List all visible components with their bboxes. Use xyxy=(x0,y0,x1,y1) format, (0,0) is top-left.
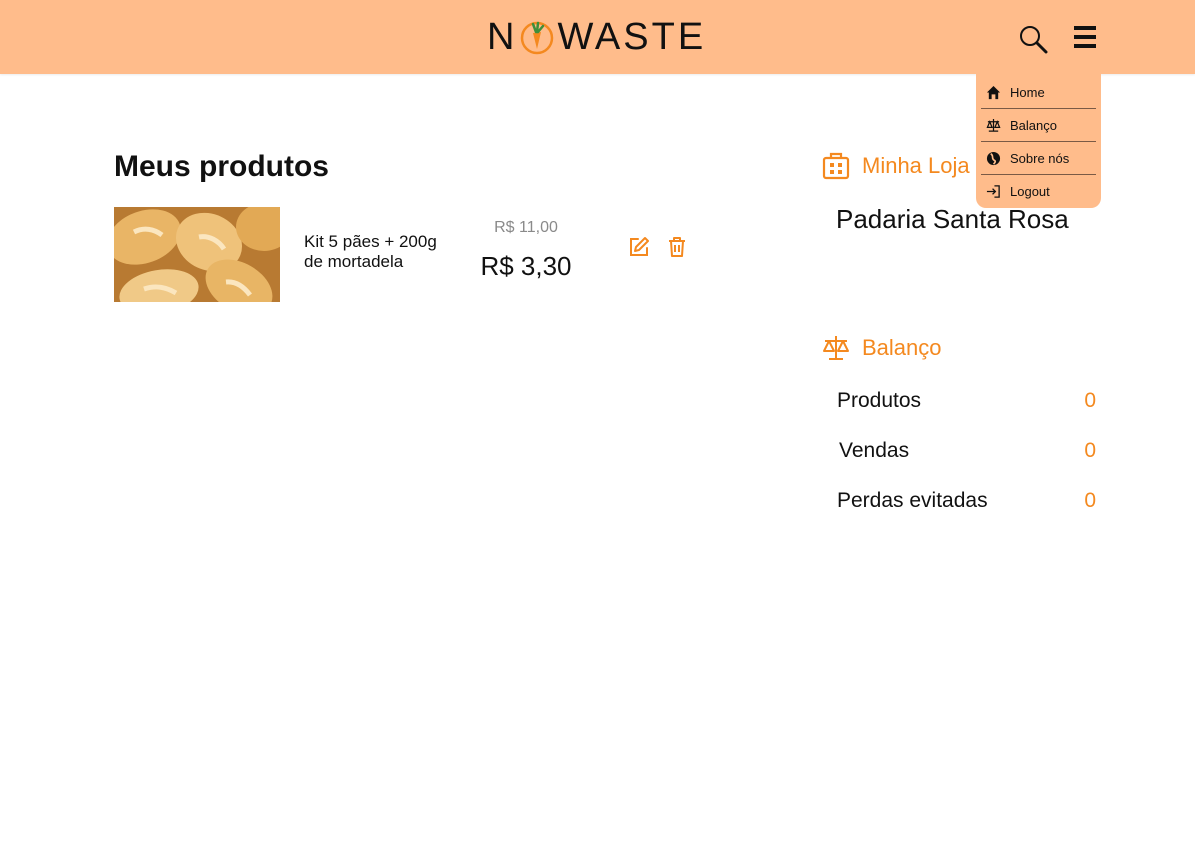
stat-value-perdas: 0 xyxy=(1084,489,1096,512)
stat-label-vendas: Vendas xyxy=(839,439,910,462)
store-heading: Minha Loja xyxy=(822,152,970,180)
stat-value-vendas: 0 xyxy=(1084,439,1096,462)
page-title: Meus produtos xyxy=(114,150,329,183)
product-name: Kit 5 pães + 200g de mortadela xyxy=(304,232,437,271)
delete-product-button[interactable] xyxy=(667,236,687,258)
stat-value-produtos: 0 xyxy=(1084,389,1096,412)
globe-icon xyxy=(985,150,1001,166)
top-header: N WASTE xyxy=(0,0,1195,74)
menu-item-label: Sobre nós xyxy=(1010,150,1070,166)
hamburger-icon-bar xyxy=(1074,26,1096,30)
menu-item-sobre[interactable]: Sobre nós xyxy=(981,142,1096,175)
home-icon xyxy=(985,84,1001,100)
edit-icon xyxy=(630,237,649,256)
trash-icon xyxy=(669,237,685,257)
scale-icon xyxy=(823,336,849,360)
nav-dropdown: Home Balanço Sobre nós Logout xyxy=(976,74,1101,208)
hamburger-icon-bar xyxy=(1074,44,1096,48)
logout-icon xyxy=(985,184,1001,200)
product-price-new: R$ 3,30 xyxy=(480,251,572,281)
menu-item-balanco[interactable]: Balanço xyxy=(981,109,1096,142)
balance-heading: Balanço xyxy=(822,334,942,362)
product-price-old: R$ 11,00 xyxy=(494,219,558,236)
scale-icon xyxy=(985,117,1001,133)
nowaste-logo[interactable]: N WASTE xyxy=(487,16,706,58)
menu-item-label: Logout xyxy=(1010,184,1050,199)
logo-text-waste: WASTE xyxy=(557,16,707,58)
store-name: Padaria Santa Rosa xyxy=(836,204,1069,234)
menu-item-label: Balanço xyxy=(1010,117,1057,133)
product-row: Kit 5 pães + 200g de mortadela R$ 11,00 … xyxy=(114,207,714,302)
search-icon xyxy=(1020,26,1048,54)
menu-item-home[interactable]: Home xyxy=(981,76,1096,109)
hamburger-icon-bar xyxy=(1074,35,1096,39)
product-image xyxy=(114,207,280,302)
carrot-logo-icon xyxy=(521,21,554,55)
logo-text-n: N xyxy=(487,16,518,58)
menu-item-label: Home xyxy=(1010,84,1045,100)
store-heading-label: Minha Loja xyxy=(862,153,970,178)
edit-product-button[interactable] xyxy=(628,236,650,258)
store-icon xyxy=(822,152,850,180)
stat-label-produtos: Produtos xyxy=(837,389,922,412)
stat-label-perdas: Perdas evitadas xyxy=(837,489,988,512)
search-button[interactable] xyxy=(1018,24,1048,54)
menu-button[interactable] xyxy=(1074,26,1096,48)
balance-heading-label: Balanço xyxy=(862,335,942,360)
